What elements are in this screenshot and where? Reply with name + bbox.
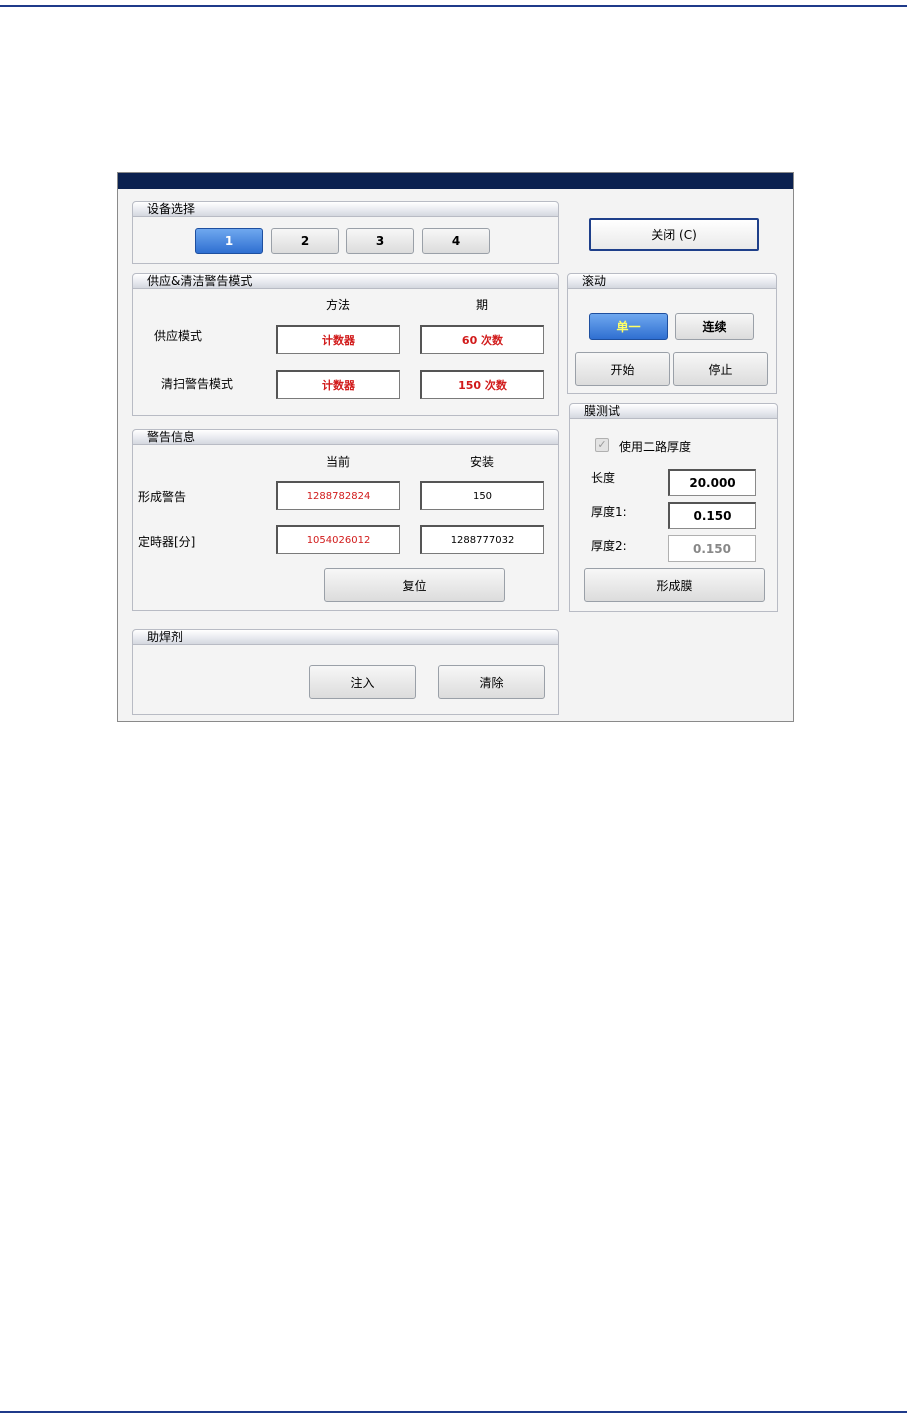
device-3-button[interactable]: 3 <box>346 228 414 254</box>
form-warning-current-field[interactable]: 1288782824 <box>276 481 400 510</box>
form-warning-label: 形成警告 <box>138 490 187 504</box>
dual-thickness-checkbox[interactable]: ✓ <box>595 438 609 452</box>
current-column-header: 当前 <box>325 455 350 469</box>
timer-current-field[interactable]: 1054026012 <box>276 525 400 554</box>
continuous-mode-button[interactable]: 连续 <box>675 313 754 340</box>
warning-info-group: 警告信息 当前 安装 形成警告 1288782824 150 定時器[分] 10… <box>132 429 559 611</box>
film-test-group: 膜测试 ✓ 使用二路厚度 长度 20.000 厚度1: 0.150 厚度2: 0… <box>569 403 778 612</box>
reset-button[interactable]: 复位 <box>324 568 505 602</box>
device-2-button[interactable]: 2 <box>271 228 339 254</box>
method-column-header: 方法 <box>325 298 350 312</box>
device-4-button[interactable]: 4 <box>422 228 490 254</box>
supply-period-field[interactable]: 60 次数 <box>420 325 544 354</box>
page-bottom-rule <box>0 1411 907 1413</box>
timer-installed-field[interactable]: 1288777032 <box>420 525 544 554</box>
form-warning-installed-field[interactable]: 150 <box>420 481 544 510</box>
thickness2-label: 厚度2: <box>591 539 627 553</box>
scroll-title: 滚动 <box>567 273 777 289</box>
device-select-title: 设备选择 <box>132 201 559 217</box>
supply-clean-group: 供应&清洁警告模式 方法 期 供应模式 计数器 60 次数 清扫警告模式 计数器… <box>132 273 559 416</box>
device-1-button[interactable]: 1 <box>195 228 263 254</box>
scroll-group: 滚动 单一 连续 开始 停止 <box>567 273 777 394</box>
thickness2-field: 0.150 <box>668 535 756 562</box>
clean-method-field[interactable]: 计数器 <box>276 370 400 399</box>
length-field[interactable]: 20.000 <box>668 469 756 496</box>
single-mode-button[interactable]: 单一 <box>589 313 668 340</box>
start-button[interactable]: 开始 <box>575 352 670 386</box>
supply-clean-title: 供应&清洁警告模式 <box>132 273 559 289</box>
period-column-header: 期 <box>475 298 488 312</box>
inject-button[interactable]: 注入 <box>309 665 416 699</box>
supply-method-field[interactable]: 计数器 <box>276 325 400 354</box>
supply-mode-label: 供应模式 <box>154 329 203 343</box>
stop-button[interactable]: 停止 <box>673 352 768 386</box>
dialog-window: 设备选择 1 2 3 4 关闭 (C) 供应&清洁警告模式 方法 期 供应模式 … <box>117 172 794 722</box>
installed-column-header: 安装 <box>469 455 494 469</box>
warning-info-title: 警告信息 <box>132 429 559 445</box>
thickness1-field[interactable]: 0.150 <box>668 502 756 529</box>
window-titlebar <box>118 173 793 189</box>
page-top-rule <box>0 5 907 7</box>
clean-period-field[interactable]: 150 次数 <box>420 370 544 399</box>
clear-button[interactable]: 清除 <box>438 665 545 699</box>
flux-group: 助焊剂 注入 清除 <box>132 629 559 715</box>
clean-warning-mode-label: 清扫警告模式 <box>161 377 234 391</box>
device-select-group: 设备选择 1 2 3 4 <box>132 201 559 264</box>
close-button[interactable]: 关闭 (C) <box>589 218 759 251</box>
form-film-button[interactable]: 形成膜 <box>584 568 765 602</box>
flux-title: 助焊剂 <box>132 629 559 645</box>
thickness1-label: 厚度1: <box>591 505 627 519</box>
timer-label: 定時器[分] <box>138 535 196 549</box>
dual-thickness-label: 使用二路厚度 <box>619 440 692 454</box>
film-test-title: 膜测试 <box>569 403 778 419</box>
length-label: 长度 <box>591 471 616 485</box>
